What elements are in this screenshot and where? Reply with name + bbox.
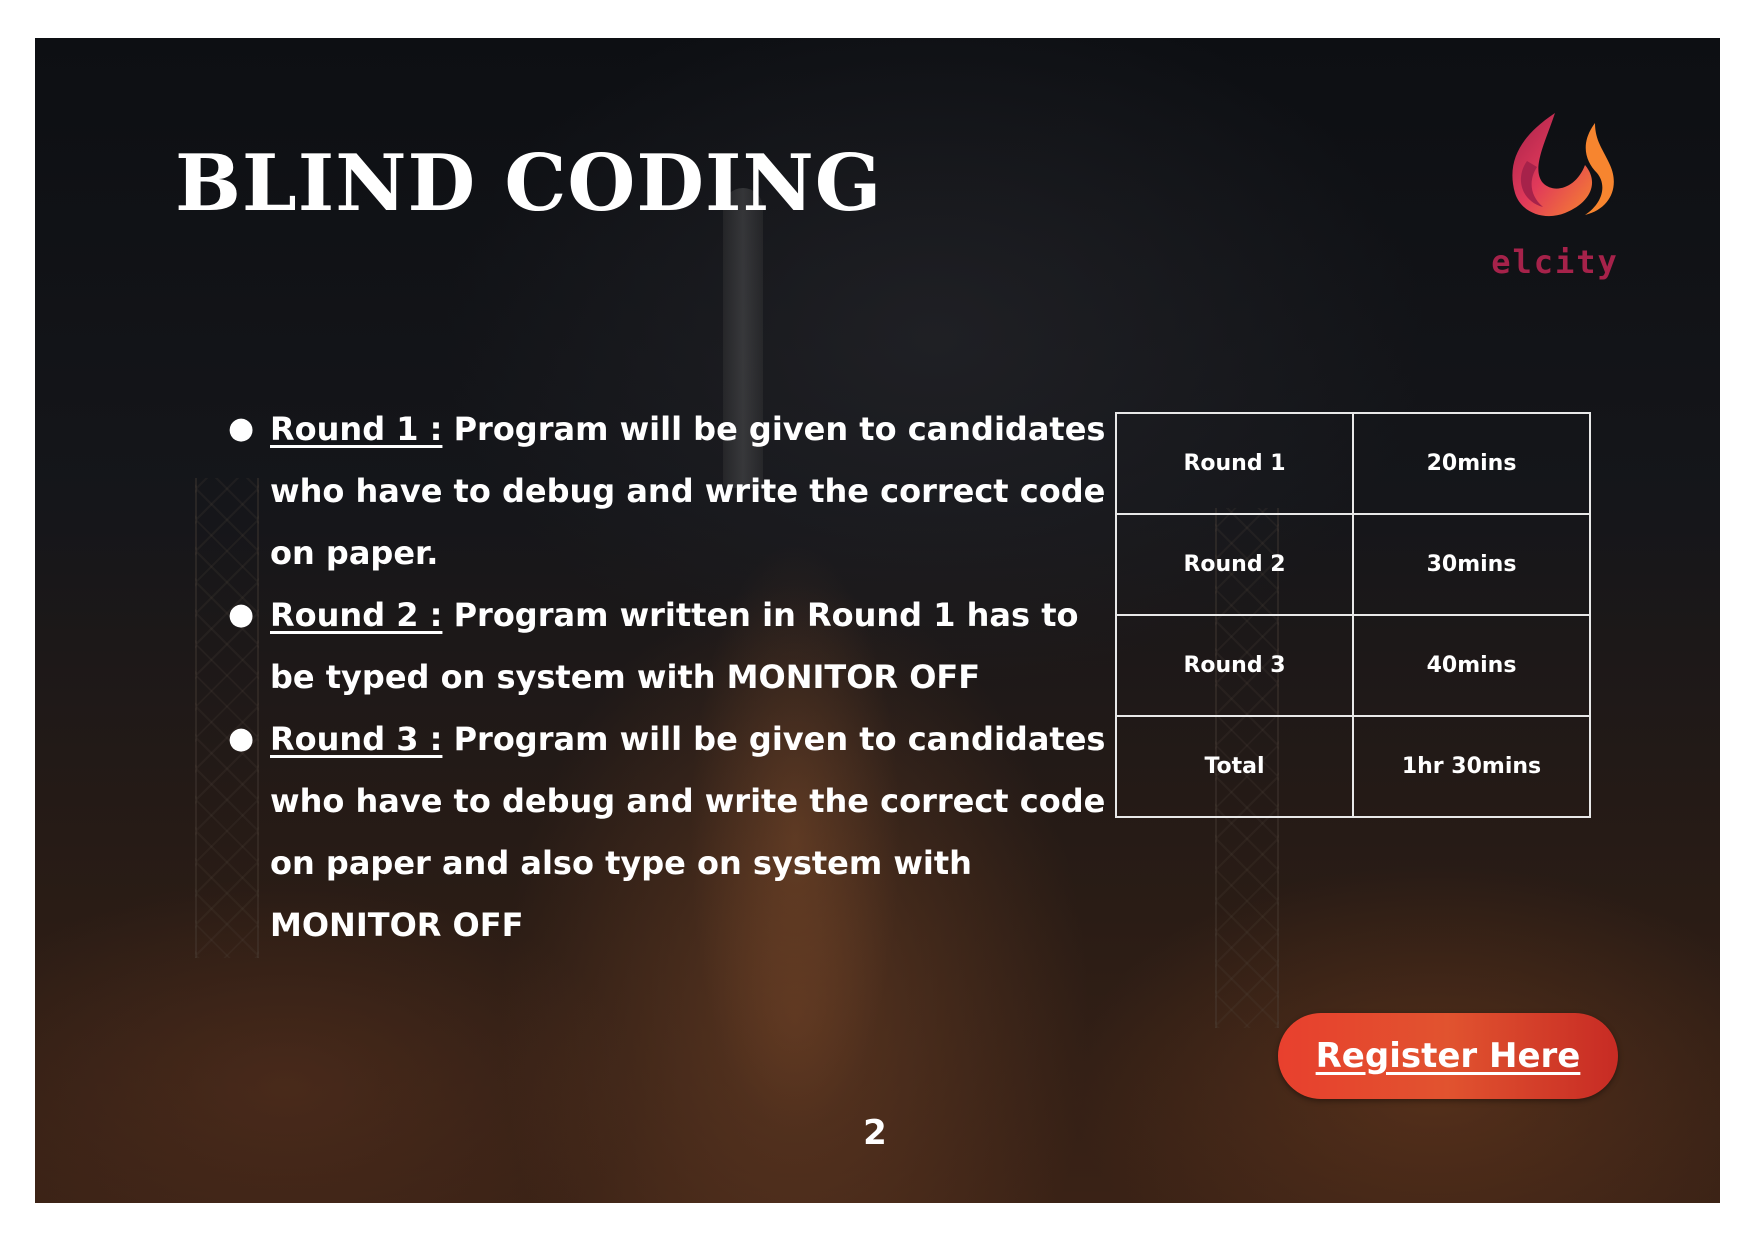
register-button[interactable]: Register Here [1278, 1013, 1618, 1099]
slide: BLIND CODING elcity ● Round 1 : Program … [35, 38, 1720, 1203]
round-cell: Round 3 [1115, 614, 1354, 717]
round-cell: Round 1 [1115, 412, 1354, 515]
duration-cell: 40mins [1352, 614, 1591, 717]
list-item-round-2: ● Round 2 : Program written in Round 1 h… [228, 584, 1130, 708]
duration-cell: 1hr 30mins [1352, 715, 1591, 818]
bullet-icon: ● [228, 721, 255, 756]
round-label: Round 3 : [270, 720, 443, 758]
bullet-icon: ● [228, 597, 255, 632]
rounds-list: ● Round 1 : Program will be given to can… [210, 398, 1130, 956]
page-number: 2 [863, 1113, 887, 1153]
bullet-icon: ● [228, 411, 255, 446]
round-label: Round 2 : [270, 596, 443, 634]
list-item-round-1: ● Round 1 : Program will be given to can… [228, 398, 1130, 584]
table-row: Round 1 20mins [1115, 412, 1591, 515]
table-row: Total 1hr 30mins [1115, 715, 1591, 818]
round-cell: Total [1115, 715, 1354, 818]
page-title: BLIND CODING [175, 138, 883, 229]
duration-cell: 20mins [1352, 412, 1591, 515]
round-cell: Round 2 [1115, 513, 1354, 616]
round-label: Round 1 : [270, 410, 443, 448]
duration-cell: 30mins [1352, 513, 1591, 616]
schedule-table: Round 1 20mins Round 2 30mins Round 3 40… [1115, 412, 1591, 818]
flame-icon [1512, 113, 1614, 217]
table-row: Round 2 30mins [1115, 513, 1591, 616]
logo-wordmark: elcity [1491, 243, 1619, 281]
elcity-logo: elcity [1485, 103, 1625, 283]
list-item-round-3: ● Round 3 : Program will be given to can… [228, 708, 1130, 956]
table-row: Round 3 40mins [1115, 614, 1591, 717]
